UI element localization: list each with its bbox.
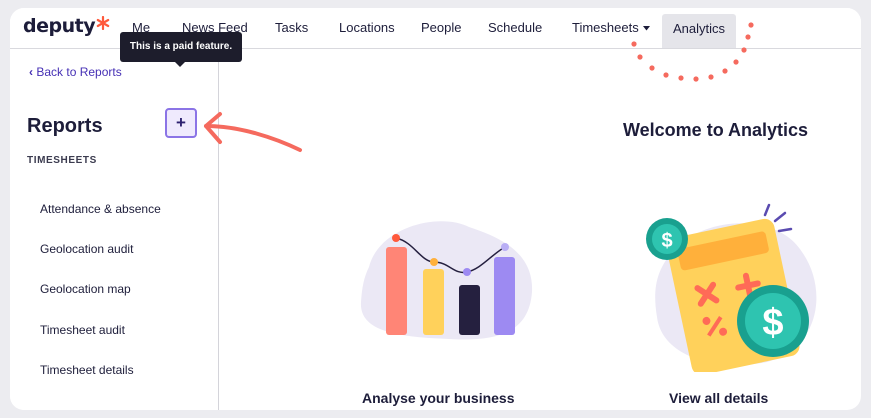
app-window: deputy Me News Feed Tasks Locations Peop… [10, 8, 861, 410]
nav-timesheets-label: Timesheets [572, 20, 639, 35]
card-label-analyse[interactable]: Analyse your business [362, 390, 515, 406]
add-report-button[interactable]: + [165, 108, 197, 138]
deputy-logo[interactable]: deputy [23, 13, 110, 39]
logo-star-icon [96, 16, 110, 30]
welcome-heading: Welcome to Analytics [623, 120, 809, 140]
bar-chart-illustration [360, 221, 533, 340]
report-item-timesheet-audit[interactable]: Timesheet audit [40, 323, 125, 337]
chevron-left-icon: ‹ [29, 65, 33, 79]
analytics-main: Welcome to Analytics $ $ Analyse your bu… [219, 49, 861, 410]
report-item-timesheet-details[interactable]: Timesheet details [40, 363, 134, 377]
report-item-geolocation-map[interactable]: Geolocation map [40, 282, 131, 296]
report-item-geolocation-audit[interactable]: Geolocation audit [40, 242, 133, 256]
nav-schedule[interactable]: Schedule [488, 16, 542, 40]
svg-text:$: $ [661, 230, 672, 252]
back-link-label: Back to Reports [36, 65, 122, 79]
card-label-view-details[interactable]: View all details [669, 390, 768, 406]
report-item-attendance[interactable]: Attendance & absence [40, 202, 161, 216]
nav-analytics[interactable]: Analytics [662, 14, 737, 48]
page-title: Reports [27, 115, 103, 137]
section-heading-timesheets: TIMESHEETS [27, 155, 97, 166]
reports-sidebar: ‹ Back to Reports Reports + TIMESHEETS A… [10, 49, 219, 410]
svg-text:$: $ [762, 302, 783, 344]
logo-text: deputy [23, 15, 96, 37]
nav-tasks[interactable]: Tasks [275, 16, 308, 40]
nav-locations[interactable]: Locations [339, 16, 395, 40]
back-to-reports-link[interactable]: ‹ Back to Reports [29, 65, 122, 79]
nav-people[interactable]: People [421, 16, 461, 40]
nav-timesheets[interactable]: Timesheets [572, 16, 650, 40]
calculator-illustration: $ $ [646, 203, 817, 372]
paid-feature-tooltip: This is a paid feature. [120, 32, 242, 67]
chevron-down-icon [642, 26, 650, 31]
